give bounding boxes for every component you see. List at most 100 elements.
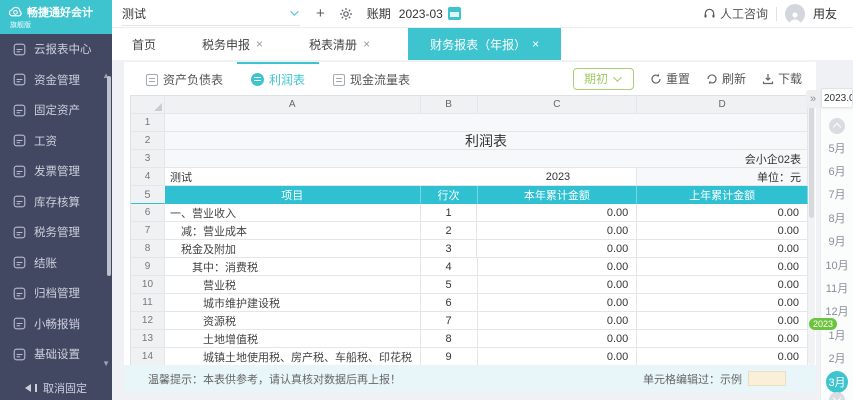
tab-close-icon[interactable]: × (256, 37, 263, 51)
cell-item[interactable]: 城镇土地使用税、房产税、车船税、印花税 (164, 348, 421, 366)
sidebar-item-closing[interactable]: 结账 (0, 248, 112, 279)
sidebar-item-settings[interactable]: 基础设置 (0, 339, 112, 370)
reset-button[interactable]: 重置 (650, 70, 690, 87)
cell-current-amount[interactable]: 0.00 (477, 330, 638, 348)
cell-item[interactable]: 其中：消费税 (164, 258, 421, 276)
tab-close-icon[interactable]: × (532, 37, 539, 51)
cell-current-amount[interactable]: 0.00 (477, 276, 638, 294)
row-number[interactable]: 10 (131, 276, 165, 294)
sidebar-scroll-down-icon[interactable]: ▼ (102, 360, 110, 368)
header-prior[interactable]: 上年累计金额 (637, 186, 809, 204)
consult-button[interactable]: 人工咨询 (703, 5, 768, 22)
cell-current-amount[interactable]: 0.00 (477, 258, 638, 276)
cell-prior-amount[interactable]: 0.00 (637, 204, 808, 222)
cell-line[interactable]: 8 (420, 330, 478, 348)
cell-line[interactable]: 1 (420, 204, 478, 222)
sidebar-item-fixed-assets[interactable]: 固定资产 (0, 95, 112, 126)
unpin-button[interactable]: 取消固定 (0, 376, 112, 400)
corner-select-all[interactable] (131, 96, 165, 114)
month-item[interactable]: 11月 (821, 276, 853, 299)
cell-current-amount[interactable]: 0.00 (477, 348, 638, 366)
cell-current-amount[interactable]: 0.00 (477, 294, 638, 312)
cell-prior-amount[interactable]: 0.00 (637, 240, 808, 258)
row-number[interactable]: 8 (131, 240, 165, 258)
company-year-cell[interactable]: 测试 2023 (164, 168, 638, 186)
row-number[interactable]: 7 (131, 222, 165, 240)
cell-line[interactable]: 7 (420, 312, 478, 330)
empty-cell[interactable] (164, 114, 808, 132)
cell-prior-amount[interactable]: 0.00 (637, 330, 808, 348)
row-number[interactable]: 6 (131, 204, 165, 222)
report-tab[interactable]: 资产负债表 (132, 62, 237, 95)
sidebar-item-reimburse[interactable]: 小畅报销 (0, 309, 112, 340)
sidebar-item-funds[interactable]: 资金管理 (0, 65, 112, 96)
tab-close-icon[interactable]: × (363, 37, 370, 51)
column-header-d[interactable]: D (637, 96, 809, 114)
cell-line[interactable]: 9 (420, 348, 478, 366)
cell-item[interactable]: 土地增值税 (164, 330, 421, 348)
row-number[interactable]: 12 (131, 312, 165, 330)
avatar[interactable] (784, 3, 805, 24)
cell-item[interactable]: 城市维护建设税 (164, 294, 421, 312)
sidebar-scrollbar[interactable] (107, 76, 111, 276)
sidebar-item-salary[interactable]: 工资 (0, 126, 112, 157)
scroll-up-circle-icon[interactable] (829, 118, 845, 134)
cell-current-amount[interactable]: 0.00 (477, 204, 638, 222)
sidebar-item-archive[interactable]: 归档管理 (0, 278, 112, 309)
column-header-c[interactable]: C (477, 96, 638, 114)
cell-line[interactable]: 5 (420, 276, 478, 294)
row-number[interactable]: 5 (131, 186, 165, 204)
rail-period-header[interactable]: 2023.03 (821, 88, 853, 108)
row-number[interactable]: 9 (131, 258, 165, 276)
row-number[interactable]: 3 (131, 150, 165, 168)
month-item[interactable]: 8月 (821, 206, 853, 229)
sheet-title-cell[interactable]: 利润表 (164, 132, 808, 150)
row-number[interactable]: 1 (131, 114, 165, 132)
cell-prior-amount[interactable]: 0.00 (637, 222, 808, 240)
cell-prior-amount[interactable]: 0.00 (637, 312, 808, 330)
gear-icon[interactable] (339, 7, 353, 21)
sidebar-item-invoice[interactable]: 发票管理 (0, 156, 112, 187)
cell-item[interactable]: 减：营业成本 (164, 222, 421, 240)
month-item[interactable]: 10月 (821, 253, 853, 276)
company-select[interactable]: 测试 (122, 2, 300, 26)
report-tab[interactable]: 利润表 (237, 62, 320, 95)
cell-line[interactable]: 6 (420, 294, 478, 312)
month-item[interactable]: 5月 (821, 136, 853, 159)
row-number[interactable]: 13 (131, 330, 165, 348)
month-item[interactable]: 3月 (821, 370, 853, 393)
cell-line[interactable]: 2 (420, 222, 478, 240)
month-item[interactable]: 2月 (821, 347, 853, 370)
header-item[interactable]: 项目 (164, 186, 421, 204)
scrollbar-thumb[interactable] (809, 103, 814, 218)
form-code-cell[interactable]: 会小企02表 (164, 150, 808, 168)
calendar-icon[interactable] (447, 7, 461, 20)
cell-item[interactable]: 营业税 (164, 276, 421, 294)
cell-line[interactable]: 4 (420, 258, 478, 276)
add-account-button[interactable]: + (316, 5, 325, 22)
cell-current-amount[interactable]: 0.00 (477, 222, 638, 240)
period-value[interactable]: 2023-03 (399, 7, 443, 21)
cell-line[interactable]: 3 (420, 240, 478, 258)
row-number[interactable]: 11 (131, 294, 165, 312)
cell-current-amount[interactable]: 0.00 (477, 240, 638, 258)
month-item[interactable]: 7月 (821, 183, 853, 206)
cell-prior-amount[interactable]: 0.00 (637, 276, 808, 294)
file-tab[interactable]: 税表清册 × (301, 28, 378, 60)
cell-prior-amount[interactable]: 0.00 (637, 348, 808, 366)
column-header-b[interactable]: B (420, 96, 478, 114)
header-current[interactable]: 本年累计金额 (477, 186, 638, 204)
refresh-button[interactable]: 刷新 (706, 70, 746, 87)
cell-prior-amount[interactable]: 0.00 (637, 294, 808, 312)
month-item[interactable]: 9月 (821, 230, 853, 253)
file-tab[interactable]: 首页 (124, 28, 164, 60)
user-name[interactable]: 用友 (813, 5, 837, 22)
row-number[interactable]: 2 (131, 132, 165, 150)
cell-prior-amount[interactable]: 0.00 (637, 258, 809, 276)
row-number[interactable]: 14 (131, 348, 165, 366)
row-number[interactable]: 4 (131, 168, 165, 186)
cell-item[interactable]: 一、营业收入 (164, 204, 421, 222)
cell-item[interactable]: 资源税 (164, 312, 421, 330)
file-tab[interactable]: 税务申报 × (194, 28, 271, 60)
download-button[interactable]: 下载 (762, 70, 802, 87)
